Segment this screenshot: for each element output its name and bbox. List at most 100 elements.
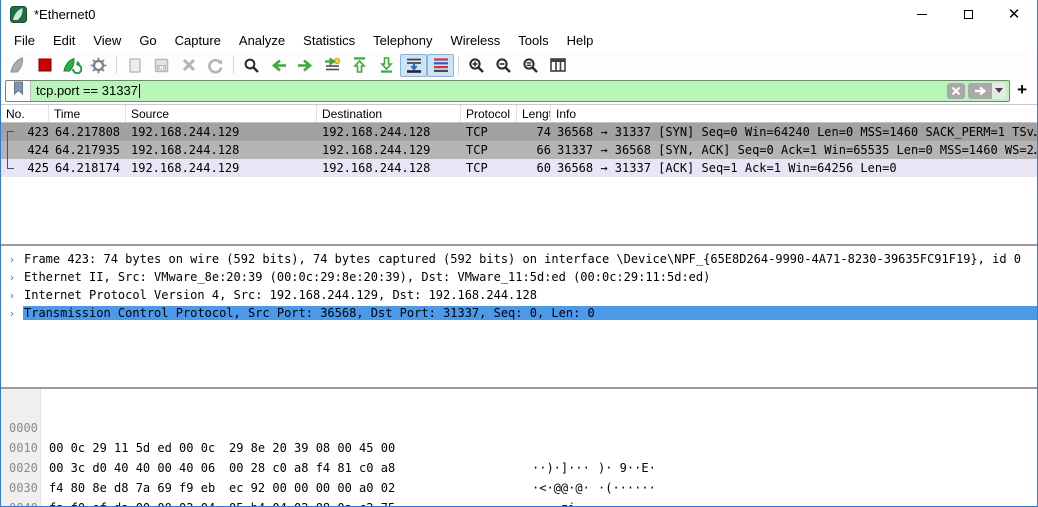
go-back-button[interactable] <box>265 54 292 77</box>
filter-bookmark-button[interactable] <box>6 81 31 101</box>
open-file-button[interactable] <box>121 54 148 77</box>
column-header-no[interactable]: No. <box>1 105 49 122</box>
minimize-button[interactable] <box>899 0 945 28</box>
detail-row-frame[interactable]: › Frame 423: 74 bytes on wire (592 bits)… <box>1 250 1037 268</box>
column-header-time[interactable]: Time <box>49 105 126 122</box>
hex-row[interactable]: 0030 fa f0 ef da 00 00 02 0405 b4 04 02 … <box>1 458 1037 478</box>
display-filter-input[interactable]: tcp.port == 31337 <box>31 81 947 101</box>
close-icon: ✕ <box>1008 7 1021 22</box>
stream-bracket-end <box>1 159 15 177</box>
shark-fin-icon <box>8 56 28 74</box>
restart-capture-button[interactable] <box>58 54 85 77</box>
packet-row-424[interactable]: 424 64.217935 192.168.244.128 192.168.24… <box>1 141 1037 159</box>
add-filter-button[interactable]: + <box>1015 81 1032 100</box>
packet-protocol: TCP <box>461 141 517 159</box>
filter-bar: tcp.port == 31337 + <box>1 78 1037 104</box>
menu-capture[interactable]: Capture <box>166 30 230 51</box>
colorize-toggle[interactable] <box>427 54 454 77</box>
packet-no: 425 <box>15 159 49 177</box>
save-file-button[interactable]: 010 <box>148 54 175 77</box>
auto-scroll-toggle[interactable] <box>400 54 427 77</box>
restart-fin-icon <box>62 56 82 74</box>
go-to-packet-button[interactable] <box>319 54 346 77</box>
detail-row-ethernet[interactable]: › Ethernet II, Src: VMware_8e:20:39 (00:… <box>1 268 1037 286</box>
hex-rows: 0000 00 0c 29 11 5d ed 00 0c29 8e 20 39 … <box>1 389 1037 498</box>
auto-scroll-icon <box>405 57 423 74</box>
packet-no: 423 <box>15 123 49 141</box>
detail-row-tcp[interactable]: › Transmission Control Protocol, Src Por… <box>1 304 1037 322</box>
column-header-length[interactable]: Length <box>517 105 551 122</box>
hex-row[interactable]: 0000 00 0c 29 11 5d ed 00 0c29 8e 20 39 … <box>1 398 1037 418</box>
packet-source: 192.168.244.129 <box>126 123 317 141</box>
maximize-button[interactable] <box>945 0 991 28</box>
window-title: *Ethernet0 <box>34 7 95 22</box>
packet-bytes-pane: 0000 00 0c 29 11 5d ed 00 0c29 8e 20 39 … <box>1 389 1037 506</box>
menu-tools[interactable]: Tools <box>509 30 557 51</box>
clear-filter-button[interactable] <box>947 83 965 99</box>
menu-file[interactable]: File <box>5 30 44 51</box>
menu-analyze[interactable]: Analyze <box>230 30 294 51</box>
hex-row[interactable]: 0040 40 aa 00 00 00 00 01 0303 07 @·····… <box>1 478 1037 498</box>
packet-row-423[interactable]: 423 64.217808 192.168.244.129 192.168.24… <box>1 123 1037 141</box>
detail-text: Ethernet II, Src: VMware_8e:20:39 (00:0c… <box>23 270 1037 284</box>
go-forward-button[interactable] <box>292 54 319 77</box>
arrow-up-bar-icon <box>352 56 367 74</box>
menu-wireless[interactable]: Wireless <box>441 30 509 51</box>
expand-arrow-icon[interactable]: › <box>1 307 23 320</box>
column-header-info[interactable]: Info <box>551 105 1037 122</box>
colorize-icon <box>432 57 450 73</box>
zoom-original-icon <box>522 57 539 74</box>
toolbar-separator <box>458 56 459 74</box>
find-packet-button[interactable] <box>238 54 265 77</box>
apply-filter-combo <box>968 83 1006 99</box>
close-file-button[interactable] <box>175 54 202 77</box>
column-header-protocol[interactable]: Protocol <box>461 105 517 122</box>
svg-text:010: 010 <box>158 65 166 70</box>
packet-protocol: TCP <box>461 123 517 141</box>
chevron-down-icon <box>995 88 1003 93</box>
goto-packet-icon <box>323 57 342 73</box>
resize-columns-button[interactable] <box>544 54 571 77</box>
expand-arrow-icon[interactable]: › <box>1 289 23 302</box>
hex-row[interactable]: 0020 f4 80 8e d8 7a 69 f9 ebec 92 00 00 … <box>1 438 1037 458</box>
menu-view[interactable]: View <box>84 30 130 51</box>
toolbar-separator <box>233 56 234 74</box>
zoom-in-button[interactable] <box>463 54 490 77</box>
packet-details-pane: › Frame 423: 74 bytes on wire (592 bits)… <box>1 246 1037 387</box>
text-cursor <box>139 84 140 98</box>
wireshark-app-icon <box>10 6 27 23</box>
packet-time: 64.217808 <box>49 123 126 141</box>
zoom-original-button[interactable] <box>517 54 544 77</box>
reload-file-button[interactable] <box>202 54 229 77</box>
detail-row-ip[interactable]: › Internet Protocol Version 4, Src: 192.… <box>1 286 1037 304</box>
menu-go[interactable]: Go <box>130 30 165 51</box>
hex-row[interactable]: 0010 00 3c d0 40 40 00 40 0600 28 c0 a8 … <box>1 418 1037 438</box>
column-header-source[interactable]: Source <box>126 105 317 122</box>
stop-capture-button[interactable] <box>31 54 58 77</box>
packet-protocol: TCP <box>461 159 517 177</box>
main-toolbar: 010 <box>1 52 1037 78</box>
menu-telephony[interactable]: Telephony <box>364 30 441 51</box>
menu-statistics[interactable]: Statistics <box>294 30 364 51</box>
packet-row-425[interactable]: 425 64.218174 192.168.244.129 192.168.24… <box>1 159 1037 177</box>
start-capture-button[interactable] <box>4 54 31 77</box>
close-button[interactable]: ✕ <box>991 0 1037 28</box>
go-to-last-packet-button[interactable] <box>373 54 400 77</box>
expand-arrow-icon[interactable]: › <box>1 271 23 284</box>
arrow-right-icon <box>296 58 315 73</box>
detail-text: Frame 423: 74 bytes on wire (592 bits), … <box>23 252 1037 266</box>
go-to-first-packet-button[interactable] <box>346 54 373 77</box>
column-header-destination[interactable]: Destination <box>317 105 461 122</box>
capture-options-button[interactable] <box>85 54 112 77</box>
menu-edit[interactable]: Edit <box>44 30 84 51</box>
zoom-out-button[interactable] <box>490 54 517 77</box>
expand-arrow-icon[interactable]: › <box>1 253 23 266</box>
filter-dropdown-button[interactable] <box>992 83 1006 99</box>
packet-source: 192.168.244.128 <box>126 141 317 159</box>
stop-icon <box>37 57 53 73</box>
maximize-icon <box>964 10 973 19</box>
filter-field-buttons <box>947 81 1009 101</box>
menu-help[interactable]: Help <box>558 30 603 51</box>
arrow-left-icon <box>269 58 288 73</box>
apply-filter-button[interactable] <box>968 83 992 99</box>
